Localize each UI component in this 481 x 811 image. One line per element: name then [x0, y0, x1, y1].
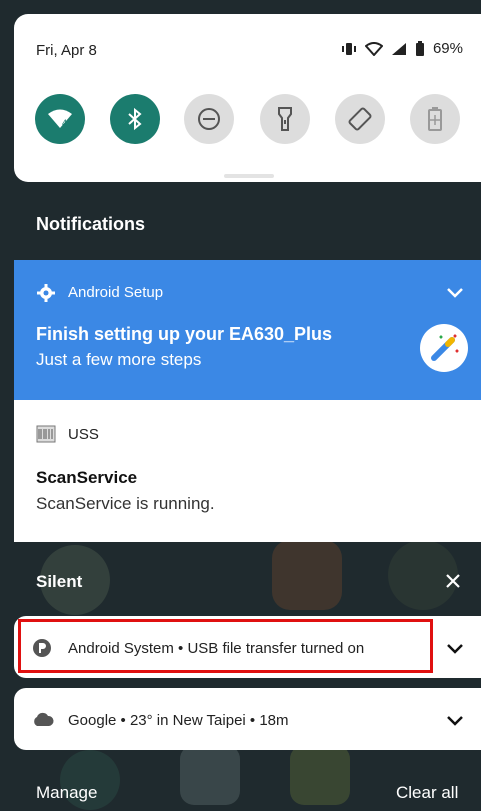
- chevron-down-icon[interactable]: [446, 287, 464, 299]
- battery-saver-tile[interactable]: [410, 94, 460, 144]
- gear-icon: [37, 284, 55, 302]
- magic-wand-icon: [420, 324, 468, 372]
- flashlight-icon: [278, 107, 292, 131]
- cloud-icon: [34, 712, 54, 726]
- notification-title: Finish setting up your EA630_Plus: [36, 324, 333, 344]
- notifications-header: Notifications: [36, 214, 146, 234]
- background-app-icon: [180, 745, 240, 805]
- notification-text: Google • 23° in New Taipei • 18m: [68, 712, 289, 729]
- flashlight-tile[interactable]: [260, 94, 310, 144]
- bluetooth-tile[interactable]: [110, 94, 160, 144]
- status-bar-icons: 69%: [341, 40, 463, 57]
- wifi-status-icon: [364, 41, 383, 56]
- app-name: USS: [68, 426, 99, 443]
- background-app-icon: [290, 745, 350, 805]
- wifi-icon: 4: [48, 109, 72, 128]
- clear-all-button[interactable]: Clear all: [396, 783, 458, 803]
- notification-title: ScanService: [36, 468, 138, 487]
- vibrate-icon: [341, 42, 356, 55]
- drag-handle[interactable]: [224, 174, 274, 178]
- svg-text:4: 4: [62, 118, 67, 128]
- date-label: Fri, Apr 8: [36, 42, 97, 59]
- battery-saver-icon: [428, 107, 442, 131]
- chevron-down-icon[interactable]: [446, 715, 464, 727]
- uss-notification[interactable]: USS ScanService ScanService is running.: [14, 400, 481, 542]
- dnd-tile[interactable]: [184, 94, 234, 144]
- android-setup-notification[interactable]: Android Setup Finish setting up your EA6…: [14, 260, 481, 400]
- manage-button[interactable]: Manage: [36, 783, 97, 803]
- chevron-down-icon[interactable]: [446, 643, 464, 655]
- signal-icon: [391, 42, 406, 55]
- silent-notification-google[interactable]: Google • 23° in New Taipei • 18m: [14, 688, 481, 750]
- quick-settings-panel: Fri, Apr 8 69% 4: [14, 14, 481, 182]
- uss-app-icon: [36, 425, 56, 443]
- do-not-disturb-icon: [198, 108, 220, 130]
- autorotate-tile[interactable]: [335, 94, 385, 144]
- bluetooth-icon: [128, 107, 142, 131]
- wifi-tile[interactable]: 4: [35, 94, 85, 144]
- rotate-icon: [348, 107, 372, 131]
- highlight-box: [18, 619, 433, 673]
- notification-text: Just a few more steps: [36, 350, 202, 369]
- app-name: Android Setup: [68, 284, 164, 301]
- close-icon[interactable]: [446, 574, 460, 588]
- battery-icon: [415, 40, 424, 56]
- notification-text: ScanService is running.: [36, 494, 215, 513]
- background-app-icon: [272, 540, 342, 610]
- silent-header: Silent: [36, 572, 83, 591]
- battery-percent: 69%: [432, 40, 463, 57]
